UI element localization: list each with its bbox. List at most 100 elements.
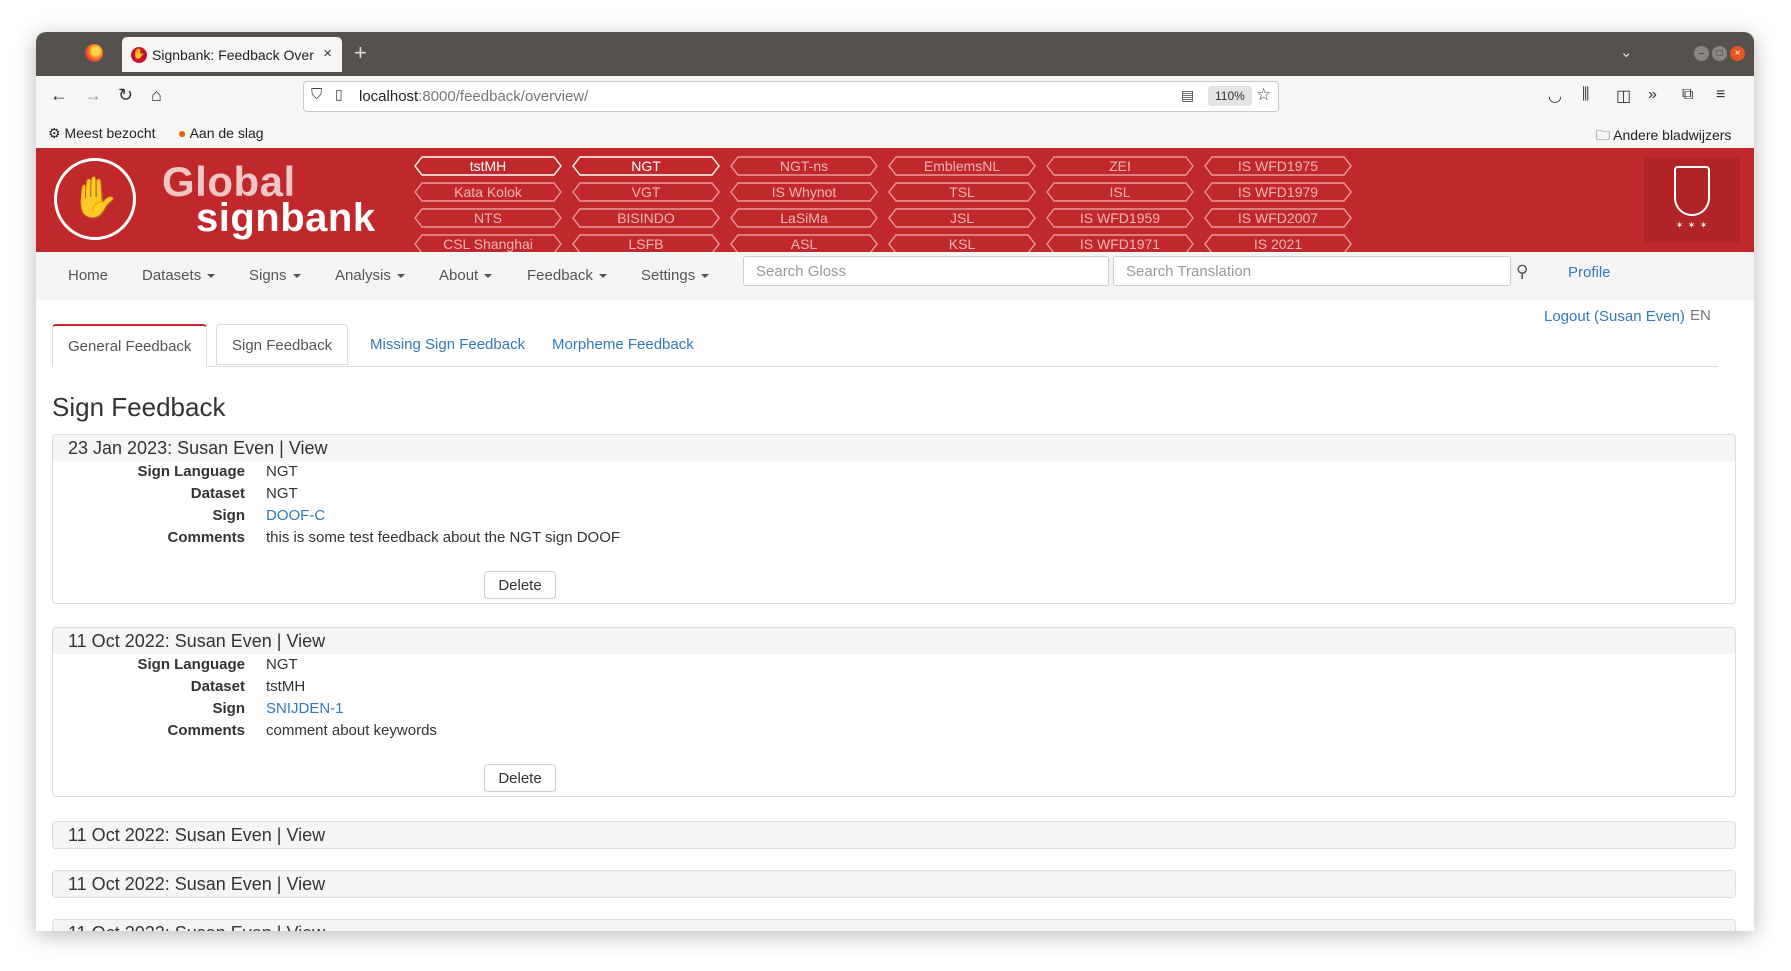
delete-button[interactable]: Delete bbox=[484, 571, 556, 599]
other-bookmarks[interactable]: 🗀 Andere bladwijzers bbox=[1596, 125, 1731, 149]
field-label: Sign Language bbox=[137, 656, 245, 673]
menu-signs[interactable]: Signs bbox=[249, 267, 301, 284]
bookmark-most-visited[interactable]: ⚙ Meest bezocht bbox=[48, 125, 156, 142]
field-label: Comments bbox=[167, 722, 245, 739]
dataset-button[interactable]: LSFB bbox=[572, 234, 720, 254]
dataset-button[interactable]: BISINDO bbox=[572, 208, 720, 228]
sidebar-icon[interactable]: ◫ bbox=[1616, 86, 1631, 106]
seal-shield-icon bbox=[1674, 166, 1710, 216]
dataset-button-label: ISL bbox=[1109, 184, 1131, 200]
logo-signbank[interactable]: signbank bbox=[196, 196, 376, 241]
dataset-button[interactable]: VGT bbox=[572, 182, 720, 202]
dataset-button[interactable]: IS Whynot bbox=[730, 182, 878, 202]
close-tab-icon[interactable]: × bbox=[323, 45, 332, 62]
menu-home[interactable]: Home bbox=[68, 267, 108, 284]
dataset-button-label: JSL bbox=[949, 210, 975, 226]
url-bar[interactable]: ⛉ ▯ localhost:8000/feedback/overview/ ▤ … bbox=[303, 81, 1279, 112]
field-label: Dataset bbox=[190, 678, 245, 695]
browser-tab[interactable]: ✋ Signbank: Feedback Over × bbox=[122, 37, 342, 72]
caret-down-icon bbox=[701, 274, 710, 279]
feedback-panel-header[interactable]: 11 Oct 2022: Susan Even | View bbox=[53, 871, 1735, 897]
dataset-button[interactable]: Kata Kolok bbox=[414, 182, 562, 202]
dataset-button[interactable]: IS WFD1975 bbox=[1204, 156, 1352, 176]
dataset-button[interactable]: KSL bbox=[888, 234, 1036, 254]
search-icon[interactable]: ⚲ bbox=[1516, 262, 1528, 282]
menu-analysis[interactable]: Analysis bbox=[335, 267, 405, 284]
search-gloss-input[interactable] bbox=[743, 256, 1109, 286]
dataset-button[interactable]: ZEI bbox=[1046, 156, 1194, 176]
menu-datasets[interactable]: Datasets bbox=[142, 267, 216, 284]
dataset-button[interactable]: NGT bbox=[572, 156, 720, 176]
tab-list-chevron-icon[interactable]: ⌄ bbox=[1620, 43, 1633, 61]
menu-feedback[interactable]: Feedback bbox=[527, 267, 607, 284]
dataset-button[interactable]: IS WFD1971 bbox=[1046, 234, 1194, 254]
pocket-icon[interactable]: ◡ bbox=[1548, 86, 1562, 106]
dataset-button[interactable]: ISL bbox=[1046, 182, 1194, 202]
tab-sign-feedback[interactable]: Sign Feedback bbox=[216, 324, 349, 365]
library-icon[interactable]: ⫼ bbox=[1582, 86, 1589, 104]
dataset-button[interactable]: IS 2021 bbox=[1204, 234, 1352, 254]
page-info-icon[interactable]: ▯ bbox=[335, 86, 343, 103]
feedback-panel-header[interactable]: 11 Oct 2022: Susan Even | View bbox=[53, 920, 1735, 931]
dataset-button[interactable]: tstMH bbox=[414, 156, 562, 176]
window-close-icon[interactable]: × bbox=[1730, 46, 1745, 61]
minimize-icon[interactable]: – bbox=[1694, 46, 1709, 61]
tab-morpheme-feedback[interactable]: Morpheme Feedback bbox=[537, 324, 709, 365]
back-arrow-icon[interactable]: ← bbox=[50, 85, 68, 106]
maximize-icon[interactable]: □ bbox=[1712, 46, 1727, 61]
feedback-panel-header[interactable]: 23 Jan 2023: Susan Even | View bbox=[53, 435, 1735, 461]
dataset-button-label: NTS bbox=[474, 210, 502, 226]
dataset-button-label: tstMH bbox=[469, 158, 507, 174]
dataset-button[interactable]: CSL Shanghai bbox=[414, 234, 562, 254]
home-icon[interactable]: ⌂ bbox=[151, 85, 162, 106]
url-text[interactable]: localhost:8000/feedback/overview/ bbox=[359, 88, 588, 105]
dataset-button[interactable]: JSL bbox=[888, 208, 1036, 228]
zoom-level[interactable]: 110% bbox=[1208, 86, 1252, 106]
caret-down-icon bbox=[207, 274, 216, 279]
new-tab-icon[interactable]: + bbox=[354, 40, 367, 66]
dataset-button[interactable]: IS WFD2007 bbox=[1204, 208, 1352, 228]
reader-view-icon[interactable]: ▤ bbox=[1181, 87, 1194, 104]
signbank-hands-logo-icon[interactable]: ✋ bbox=[54, 158, 136, 240]
sign-link[interactable]: DOOF-C bbox=[266, 507, 325, 524]
dataset-button-label: BISINDO bbox=[617, 210, 675, 226]
dataset-button-label: LaSiMa bbox=[780, 210, 828, 226]
language-selector[interactable]: EN bbox=[1690, 307, 1711, 324]
feedback-panel-header[interactable]: 11 Oct 2022: Susan Even | View bbox=[53, 628, 1735, 654]
reload-icon[interactable]: ↻ bbox=[118, 85, 133, 106]
dataset-button[interactable]: LaSiMa bbox=[730, 208, 878, 228]
dataset-button[interactable]: NTS bbox=[414, 208, 562, 228]
menu-settings[interactable]: Settings bbox=[641, 267, 710, 284]
dataset-button[interactable]: IS WFD1979 bbox=[1204, 182, 1352, 202]
dataset-button-label: IS WFD1959 bbox=[1079, 210, 1161, 226]
search-translation-input[interactable] bbox=[1113, 256, 1511, 286]
menu-hamburger-icon[interactable]: ≡ bbox=[1716, 86, 1725, 104]
folder-icon: 🗀 bbox=[1596, 127, 1610, 143]
tab-general-feedback[interactable]: General Feedback bbox=[52, 324, 208, 367]
dataset-button[interactable]: NGT-ns bbox=[730, 156, 878, 176]
sign-link[interactable]: SNIJDEN-1 bbox=[266, 700, 344, 717]
bookmark-getting-started[interactable]: ● Aan de slag bbox=[178, 125, 264, 141]
extensions-icon[interactable]: ⧉ bbox=[1682, 86, 1693, 104]
tab-missing-sign-feedback[interactable]: Missing Sign Feedback bbox=[355, 324, 540, 365]
logout-link[interactable]: Logout (Susan Even) bbox=[1544, 308, 1685, 325]
feedback-panel-header[interactable]: 11 Oct 2022: Susan Even | View bbox=[53, 822, 1735, 848]
forward-arrow-icon[interactable]: → bbox=[84, 85, 102, 106]
delete-button[interactable]: Delete bbox=[484, 764, 556, 792]
feedback-panel: 23 Jan 2023: Susan Even | View Sign Lang… bbox=[52, 434, 1736, 604]
dataset-button[interactable]: EmblemsNL bbox=[888, 156, 1036, 176]
menu-datasets-label: Datasets bbox=[142, 267, 202, 284]
university-seal-logo: ✶ ✶ ✶ bbox=[1644, 158, 1740, 242]
profile-link[interactable]: Profile bbox=[1568, 264, 1611, 281]
tracking-shield-icon[interactable]: ⛉ bbox=[311, 86, 322, 103]
bookmark-label: Meest bezocht bbox=[64, 125, 156, 141]
menu-about[interactable]: About bbox=[439, 267, 493, 284]
overflow-chevrons-icon[interactable]: » bbox=[1648, 86, 1657, 104]
menu-home-label: Home bbox=[68, 267, 109, 284]
url-path: :8000/feedback/overview/ bbox=[418, 88, 589, 105]
dataset-button[interactable]: TSL bbox=[888, 182, 1036, 202]
dataset-button-label: TSL bbox=[949, 184, 975, 200]
dataset-button[interactable]: IS WFD1959 bbox=[1046, 208, 1194, 228]
bookmark-star-icon[interactable]: ☆ bbox=[1256, 85, 1271, 105]
dataset-button[interactable]: ASL bbox=[730, 234, 878, 254]
